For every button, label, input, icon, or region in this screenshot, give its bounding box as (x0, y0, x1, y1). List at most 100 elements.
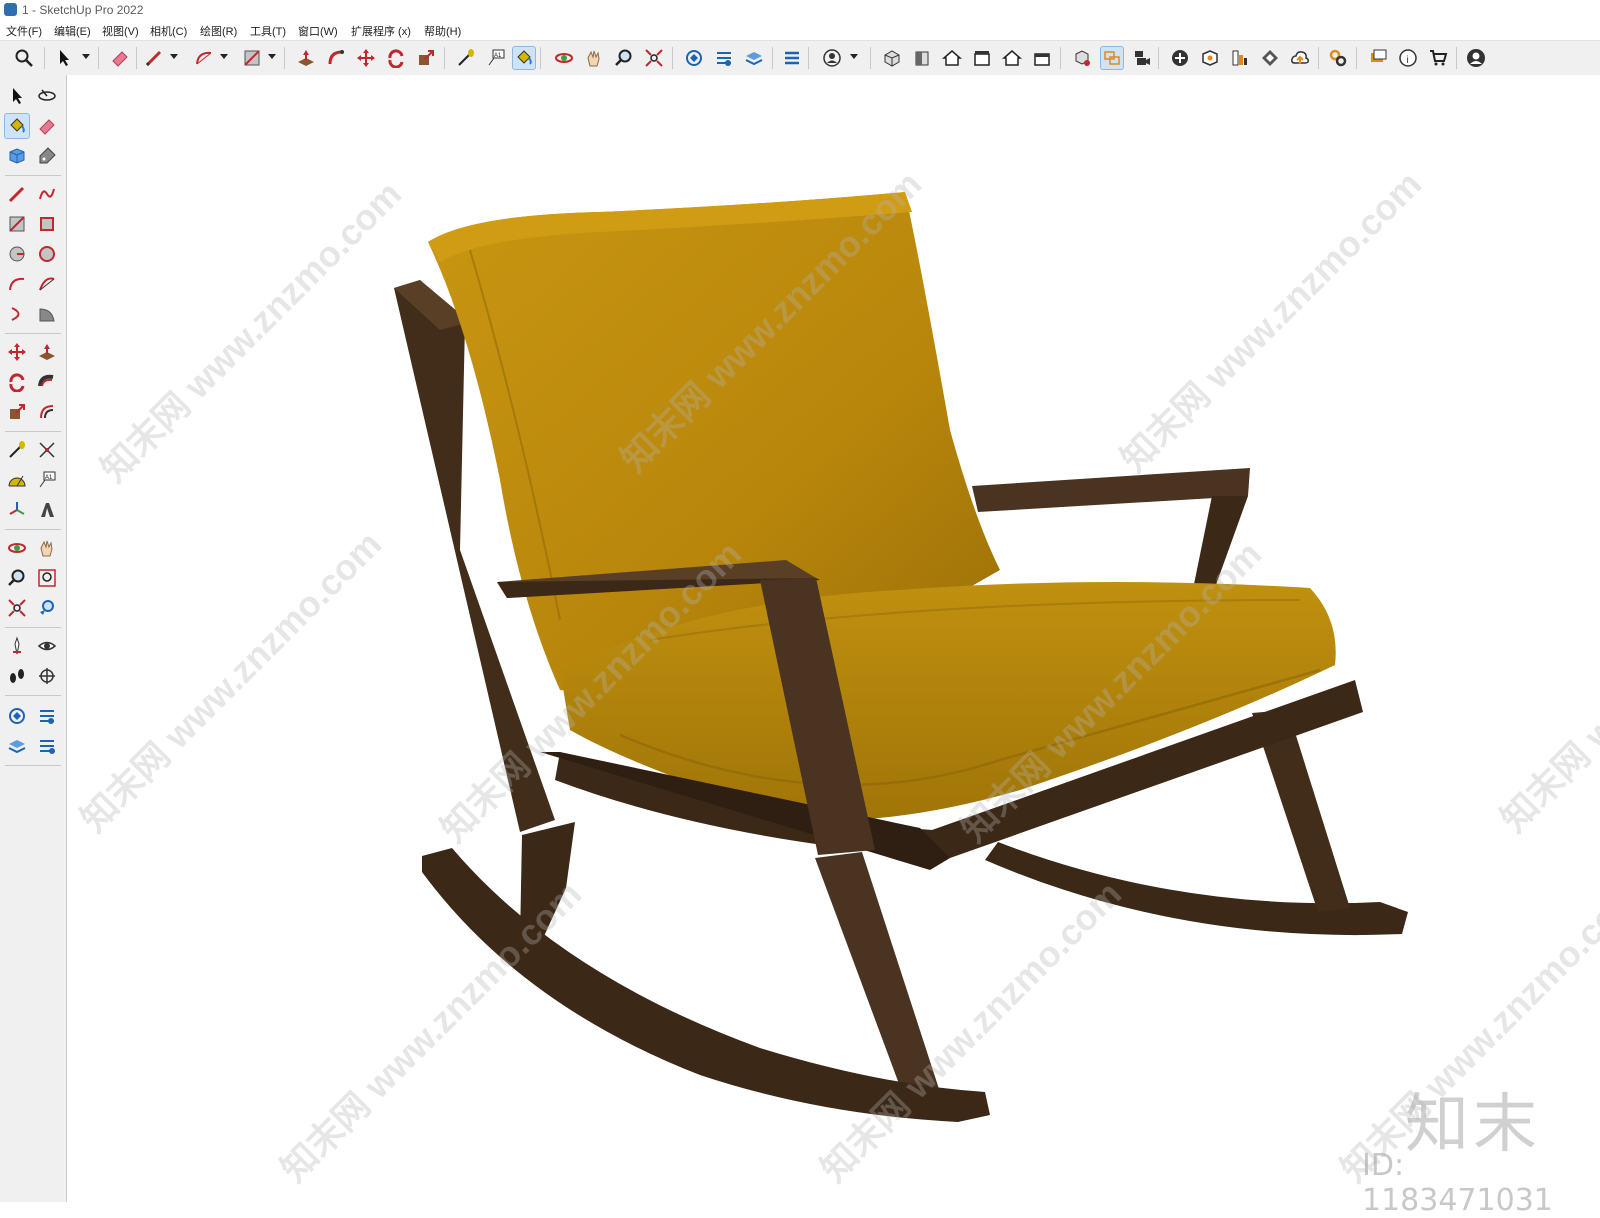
menu-camera[interactable]: 相机(C) (150, 23, 187, 39)
offset-icon[interactable] (34, 399, 60, 425)
follow-me-icon[interactable] (324, 46, 348, 70)
pie-icon[interactable] (34, 301, 60, 327)
text-icon[interactable]: A1 (34, 467, 60, 493)
eraser-icon[interactable] (108, 46, 132, 70)
protractor-icon[interactable] (4, 467, 30, 493)
orbit-icon[interactable] (4, 535, 30, 561)
scale-icon[interactable] (4, 399, 30, 425)
paint-bucket-icon[interactable] (512, 46, 536, 70)
previous-view-icon[interactable] (34, 595, 60, 621)
menu-tools[interactable]: 工具(T) (250, 23, 286, 39)
polygon-icon[interactable] (34, 241, 60, 267)
menu-window[interactable]: 窗口(W) (298, 23, 338, 39)
upload-icon[interactable] (1288, 46, 1312, 70)
section-plane-icon[interactable] (34, 663, 60, 689)
components-icon[interactable] (4, 143, 30, 169)
back-view-icon[interactable] (1030, 46, 1054, 70)
zoom-icon[interactable] (612, 46, 636, 70)
menu-edit[interactable]: 编辑(E) (54, 23, 91, 39)
style-icon[interactable] (1070, 46, 1094, 70)
share-icon[interactable] (34, 733, 60, 759)
scale-icon[interactable] (414, 46, 438, 70)
circle-icon[interactable] (4, 241, 30, 267)
info-icon[interactable]: i (1396, 46, 1420, 70)
pan-icon[interactable] (582, 46, 606, 70)
settings-icon[interactable] (1326, 46, 1350, 70)
menu-draw[interactable]: 绘图(R) (200, 23, 237, 39)
warehouse-icon[interactable] (4, 703, 30, 729)
text-icon[interactable]: A1 (484, 46, 508, 70)
tape-measure-icon[interactable] (4, 437, 30, 463)
dimension-icon[interactable] (34, 437, 60, 463)
rectangle-icon[interactable] (240, 46, 264, 70)
camera-icon[interactable] (1130, 46, 1154, 70)
tape-measure-icon[interactable] (454, 46, 478, 70)
axes-icon[interactable] (4, 497, 30, 523)
rectangle-icon[interactable] (4, 211, 30, 237)
chat-icon[interactable] (1366, 46, 1390, 70)
orbit-icon[interactable] (552, 46, 576, 70)
look-around-icon[interactable] (34, 633, 60, 659)
iso-view-icon[interactable] (880, 46, 904, 70)
move-icon[interactable] (4, 339, 30, 365)
menu-view[interactable]: 视图(V) (102, 23, 139, 39)
layers-icon[interactable] (742, 46, 766, 70)
warehouse-icon[interactable] (682, 46, 706, 70)
rotate-icon[interactable] (384, 46, 408, 70)
menu-extensions[interactable]: 扩展程序 (x) (351, 23, 411, 39)
push-pull-icon[interactable] (294, 46, 318, 70)
arc-icon[interactable] (4, 271, 30, 297)
cart-icon[interactable] (1426, 46, 1450, 70)
rotate-icon[interactable] (4, 369, 30, 395)
menu-file[interactable]: 文件(F) (6, 23, 42, 39)
pattern-icon[interactable] (1258, 46, 1282, 70)
select-icon[interactable] (4, 83, 30, 109)
freehand-icon[interactable] (34, 181, 60, 207)
pan-icon[interactable] (34, 535, 60, 561)
extension-warehouse-icon[interactable] (34, 703, 60, 729)
report-icon[interactable] (1228, 46, 1252, 70)
chevron-down-icon[interactable] (220, 51, 228, 61)
move-icon[interactable] (354, 46, 378, 70)
two-point-arc-icon[interactable] (34, 271, 60, 297)
push-pull-icon[interactable] (34, 339, 60, 365)
chevron-down-icon[interactable] (850, 51, 858, 61)
model-viewport[interactable]: 知末网 www.znzmo.com 知末网 www.znzmo.com 知末网 … (67, 75, 1600, 1202)
zoom-icon[interactable] (4, 565, 30, 591)
chevron-down-icon[interactable] (170, 51, 178, 61)
rotated-rectangle-icon[interactable] (34, 211, 60, 237)
layout-icon[interactable] (4, 733, 30, 759)
svg-text:i: i (1407, 55, 1409, 66)
menu-help[interactable]: 帮助(H) (424, 23, 461, 39)
three-point-arc-icon[interactable] (4, 301, 30, 327)
zoom-extents-icon[interactable] (4, 595, 30, 621)
chevron-down-icon[interactable] (82, 51, 90, 61)
chevron-down-icon[interactable] (268, 51, 276, 61)
paint-bucket-icon[interactable] (4, 113, 30, 139)
account-icon[interactable] (1464, 46, 1488, 70)
zoom-window-icon[interactable] (34, 565, 60, 591)
arc-icon[interactable] (192, 46, 216, 70)
position-camera-icon[interactable] (4, 633, 30, 659)
select-icon[interactable] (52, 46, 76, 70)
outliner-icon[interactable] (780, 46, 804, 70)
3d-text-icon[interactable] (34, 497, 60, 523)
location-icon[interactable] (1198, 46, 1222, 70)
home-view-icon[interactable] (940, 46, 964, 70)
zoom-window-icon[interactable] (642, 46, 666, 70)
extension-warehouse-icon[interactable] (712, 46, 736, 70)
walk-icon[interactable] (4, 663, 30, 689)
tag-icon[interactable] (34, 143, 60, 169)
right-view-icon[interactable] (1000, 46, 1024, 70)
pencil-icon[interactable] (142, 46, 166, 70)
add-icon[interactable] (1168, 46, 1192, 70)
eraser-icon[interactable] (34, 113, 60, 139)
orbit-icon[interactable] (34, 83, 60, 109)
zoom-extents-icon[interactable] (12, 46, 36, 70)
pencil-icon[interactable] (4, 181, 30, 207)
follow-me-icon[interactable] (34, 369, 60, 395)
section-icon[interactable] (1100, 46, 1124, 70)
front-view-icon[interactable] (910, 46, 934, 70)
top-view-icon[interactable] (970, 46, 994, 70)
user-icon[interactable] (820, 46, 844, 70)
